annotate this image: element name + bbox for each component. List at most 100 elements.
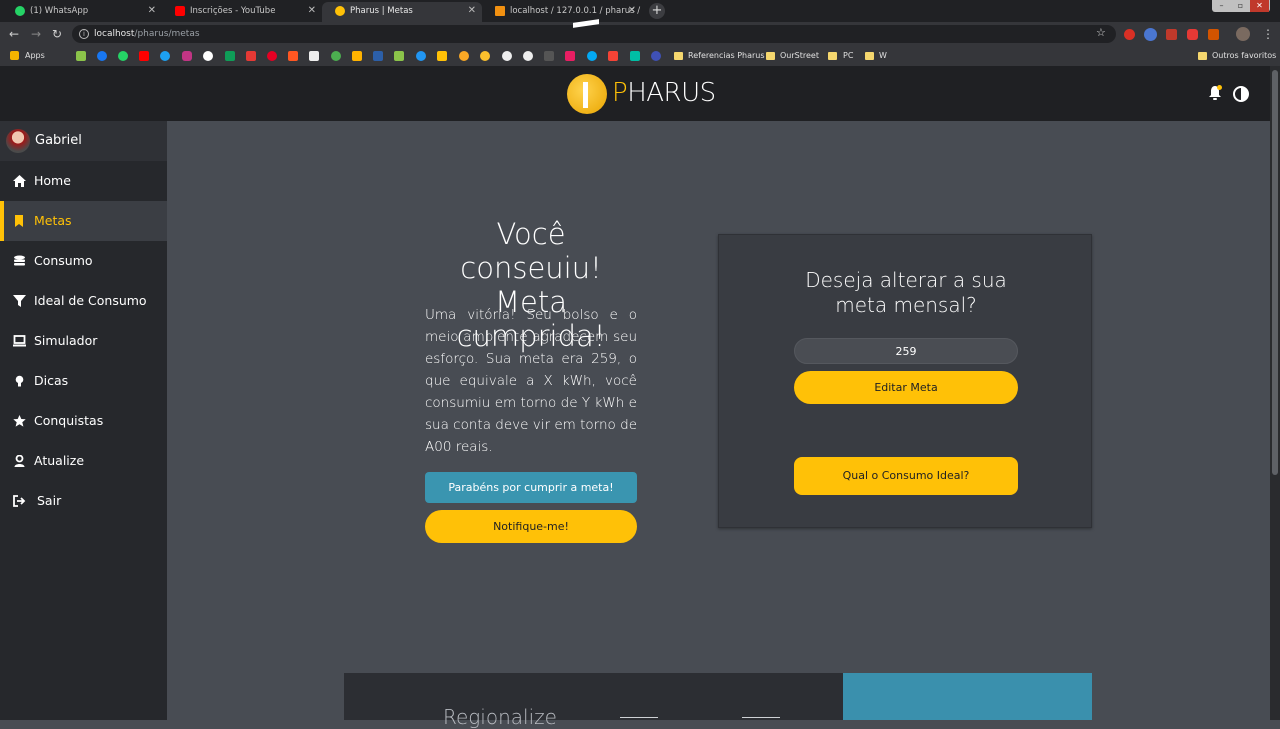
bookmark-icon-11[interactable] bbox=[480, 51, 490, 61]
sidebar-item-consumo[interactable]: Consumo bbox=[0, 241, 167, 281]
folder-icon bbox=[1198, 52, 1207, 60]
star-icon bbox=[13, 415, 26, 427]
minimize-icon[interactable]: – bbox=[1212, 0, 1231, 12]
extension-red-icon[interactable] bbox=[1187, 29, 1198, 40]
bookmark-apps[interactable]: Apps bbox=[25, 46, 45, 66]
sidebar-item-ideal-de-consumo[interactable]: Ideal de Consumo bbox=[0, 281, 167, 321]
sidebar-item-sair[interactable]: Sair bbox=[0, 481, 167, 521]
close-tab-icon[interactable]: ✕ bbox=[308, 2, 316, 20]
whatsapp-icon bbox=[15, 6, 25, 16]
sidebar-item-label: Consumo bbox=[34, 253, 93, 268]
main-content: Você conseuiu! Meta cumprida! Uma vitóri… bbox=[167, 121, 1270, 727]
bookmark-icon-17[interactable] bbox=[630, 51, 640, 61]
goal-description: Uma vitória! Seu bolso e o meio ambiente… bbox=[425, 307, 637, 455]
browser-tab-bar: (1) WhatsApp ✕ Inscrições - YouTube ✕ Ph… bbox=[0, 0, 1280, 22]
bookmark-icon-9[interactable] bbox=[437, 51, 447, 61]
info-icon[interactable]: i bbox=[79, 29, 89, 39]
congrats-button[interactable]: Parabéns por cumprir a meta! bbox=[425, 472, 637, 503]
google-icon[interactable] bbox=[203, 51, 213, 61]
github-icon[interactable] bbox=[502, 51, 512, 61]
bookmark-icon-18[interactable] bbox=[651, 51, 661, 61]
folder-icon bbox=[766, 52, 775, 60]
menu-icon[interactable]: ⋮ bbox=[1262, 26, 1274, 42]
folder-icon bbox=[674, 52, 683, 60]
bookmark-icon-16[interactable] bbox=[608, 51, 618, 61]
bookmark-r-icon[interactable] bbox=[309, 51, 319, 61]
avatar bbox=[6, 129, 30, 153]
app-logo-text[interactable]: PHARUS bbox=[612, 78, 716, 108]
bookmark-icon-7[interactable] bbox=[394, 51, 404, 61]
reload-icon[interactable]: ↻ bbox=[52, 26, 62, 42]
extension-orange-icon[interactable] bbox=[1208, 29, 1219, 40]
bookmark-icon-14[interactable] bbox=[565, 51, 575, 61]
sidebar-item-label: Dicas bbox=[34, 373, 69, 388]
sidebar-item-metas[interactable]: Metas bbox=[0, 201, 167, 241]
bookmark-star-icon[interactable]: ☆ bbox=[1096, 26, 1106, 39]
browser-tab-youtube[interactable]: Inscrições - YouTube ✕ bbox=[162, 2, 322, 22]
extension-adblock-icon[interactable] bbox=[1124, 29, 1135, 40]
user-name: Gabriel bbox=[35, 133, 82, 148]
extension-pdf-icon[interactable] bbox=[1166, 29, 1177, 40]
bookmark-icon-15[interactable] bbox=[587, 51, 597, 61]
goal-value-input[interactable] bbox=[794, 338, 1018, 364]
divider bbox=[620, 717, 658, 718]
title-line-1: Você conseuiu! bbox=[460, 217, 602, 285]
theme-toggle-icon[interactable] bbox=[1233, 86, 1249, 102]
window-controls: – ▫ ✕ bbox=[1212, 0, 1270, 12]
bookmark-icon-5[interactable] bbox=[352, 51, 362, 61]
sidebar-item-atualize[interactable]: Atualize bbox=[0, 441, 167, 481]
youtube-icon bbox=[175, 6, 185, 16]
drive-icon[interactable] bbox=[225, 51, 235, 61]
twitter-icon[interactable] bbox=[160, 51, 170, 61]
close-tab-icon[interactable]: ✕ bbox=[148, 2, 156, 20]
divider bbox=[742, 717, 780, 718]
sidebar-item-home[interactable]: Home bbox=[0, 161, 167, 201]
bookmark-other[interactable]: Outros favoritos bbox=[1212, 46, 1276, 66]
close-tab-icon[interactable]: ✕ bbox=[628, 2, 636, 20]
edit-goal-button[interactable]: Editar Meta bbox=[794, 371, 1018, 404]
bookmark-icon-13[interactable] bbox=[544, 51, 554, 61]
facebook-icon[interactable] bbox=[97, 51, 107, 61]
browser-tab-phpmyadmin[interactable]: localhost / 127.0.0.1 / pharus / c... ✕ bbox=[482, 2, 642, 22]
pinterest-icon[interactable] bbox=[267, 51, 277, 61]
youtube-icon[interactable] bbox=[139, 51, 149, 61]
user-icon bbox=[14, 455, 25, 467]
bookmark-icon-12[interactable] bbox=[523, 51, 533, 61]
bookmark-folder-ourstreet[interactable]: OurStreet bbox=[780, 46, 819, 66]
bookmarks-bar: Apps Referencias Pharus OurStreet PC W O… bbox=[0, 46, 1280, 66]
bookmark-folder-referencias[interactable]: Referencias Pharus bbox=[688, 46, 765, 66]
back-icon[interactable]: ← bbox=[9, 26, 19, 42]
close-tab-icon[interactable]: ✕ bbox=[468, 2, 476, 20]
sidebar-item-dicas[interactable]: Dicas bbox=[0, 361, 167, 401]
sidebar-item-label: Sair bbox=[37, 493, 62, 508]
bookmark-icon-4[interactable] bbox=[331, 51, 341, 61]
close-window-icon[interactable]: ✕ bbox=[1250, 0, 1269, 12]
forward-icon[interactable]: → bbox=[31, 26, 41, 42]
folder-icon bbox=[865, 52, 874, 60]
bookmark-icon-6[interactable] bbox=[373, 51, 383, 61]
url-input[interactable]: i localhost/pharus/metas bbox=[72, 25, 1116, 43]
sidebar-user[interactable]: Gabriel bbox=[0, 121, 167, 161]
profile-avatar-icon[interactable] bbox=[1236, 27, 1250, 41]
sidebar-item-simulador[interactable]: Simulador bbox=[0, 321, 167, 361]
bookmark-icon-3[interactable] bbox=[288, 51, 298, 61]
instagram-icon[interactable] bbox=[182, 51, 192, 61]
extension-profile-icon[interactable] bbox=[1144, 28, 1157, 41]
whatsapp-icon[interactable] bbox=[118, 51, 128, 61]
sidebar-item-conquistas[interactable]: Conquistas bbox=[0, 401, 167, 441]
notification-bell-icon[interactable] bbox=[1208, 85, 1222, 101]
maximize-icon[interactable]: ▫ bbox=[1231, 0, 1250, 12]
bookmark-icon-8[interactable] bbox=[416, 51, 426, 61]
scrollbar-thumb[interactable] bbox=[1272, 70, 1278, 475]
region-section bbox=[344, 673, 843, 720]
notify-button[interactable]: Notifique-me! bbox=[425, 510, 637, 543]
bookmark-folder-pc[interactable]: PC bbox=[843, 46, 853, 66]
new-tab-button[interactable]: + bbox=[649, 3, 665, 19]
ideal-consumption-button[interactable]: Qual o Consumo Ideal? bbox=[794, 457, 1018, 495]
bookmark-folder-w[interactable]: W bbox=[879, 46, 887, 66]
bookmark-icon-1[interactable] bbox=[76, 51, 86, 61]
bookmark-icon-10[interactable] bbox=[459, 51, 469, 61]
browser-tab-pharus[interactable]: Pharus | Metas ✕ bbox=[322, 2, 482, 22]
bookmark-icon-2[interactable] bbox=[246, 51, 256, 61]
browser-tab-whatsapp[interactable]: (1) WhatsApp ✕ bbox=[2, 2, 162, 22]
